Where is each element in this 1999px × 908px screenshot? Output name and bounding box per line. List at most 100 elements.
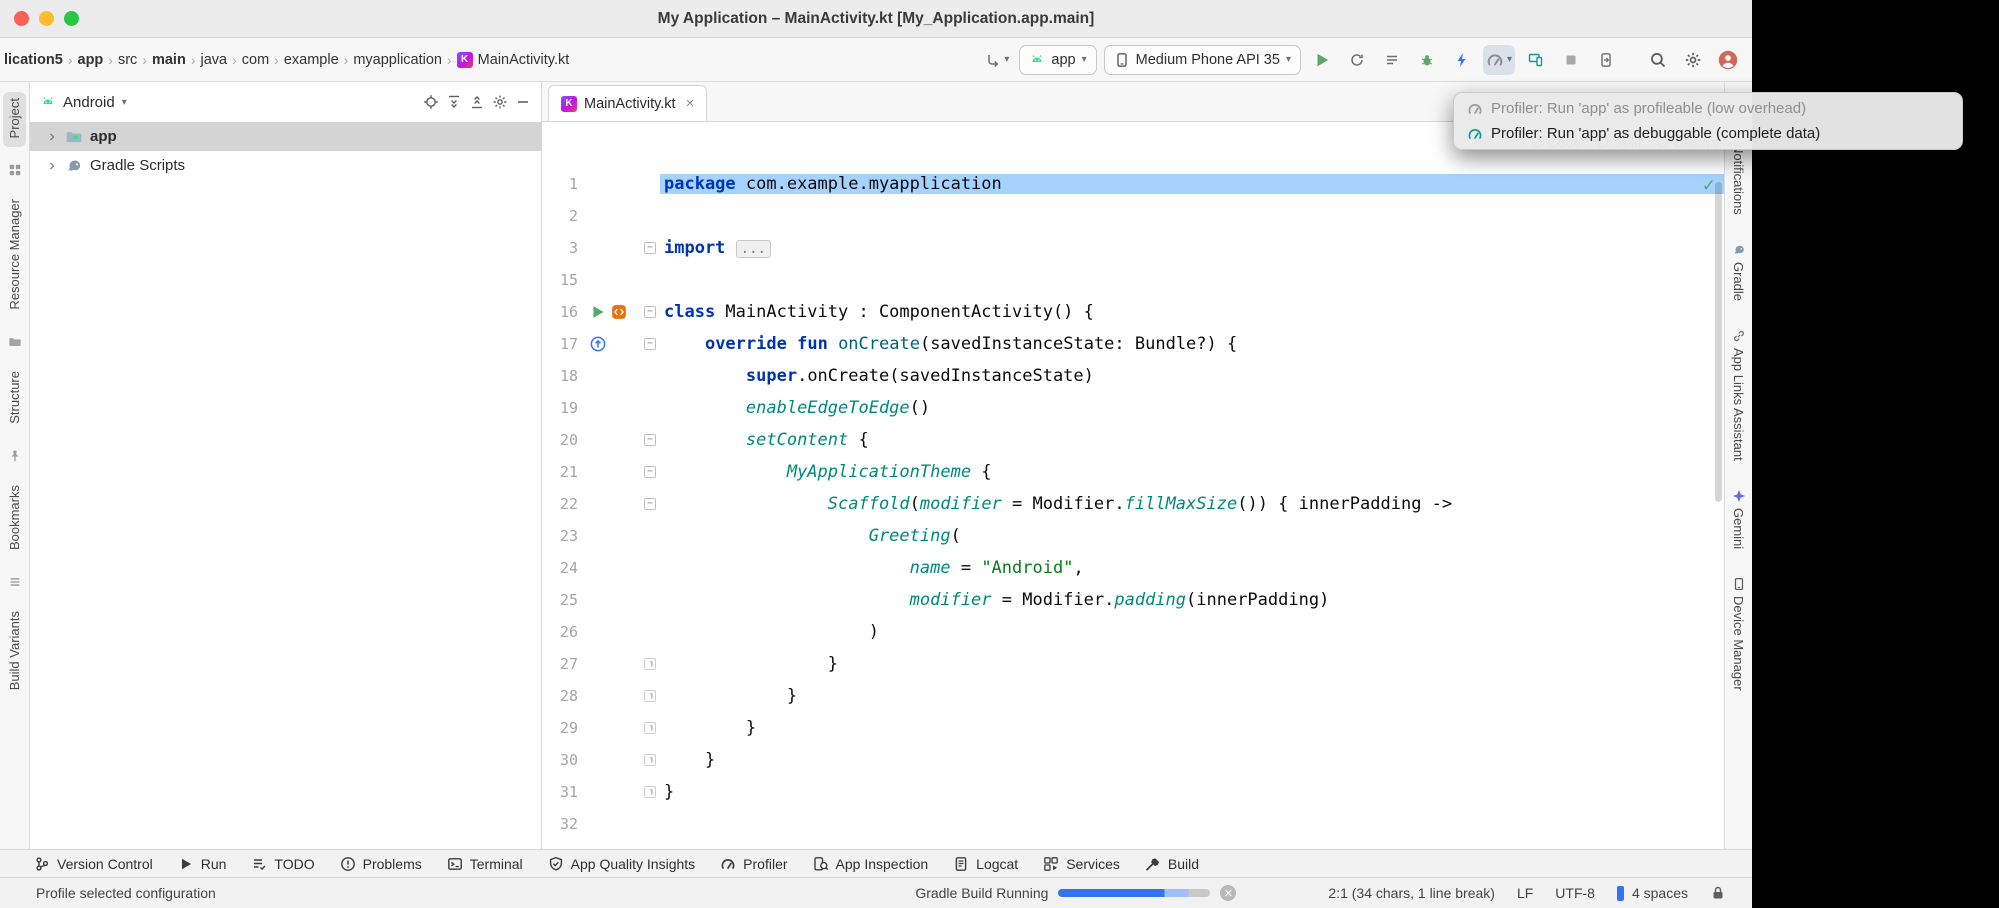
compose-gutter-icon[interactable] — [611, 304, 627, 320]
indent-widget[interactable]: 4 spaces — [1632, 885, 1688, 901]
left-stripe-item-resource-manager[interactable]: Resource Manager — [3, 193, 26, 319]
run-button[interactable] — [1308, 45, 1336, 75]
run-gutter-icon[interactable] — [590, 304, 606, 320]
code-text[interactable]: } — [660, 750, 715, 770]
collapse-all-icon[interactable] — [469, 94, 485, 110]
fold-marker[interactable]: ⌐ — [640, 690, 660, 702]
override-gutter-icon[interactable] — [590, 336, 606, 352]
code-text[interactable]: name = "Android", — [660, 558, 1084, 578]
fold-marker[interactable]: ⌐ — [640, 722, 660, 734]
line-separator-widget[interactable]: LF — [1517, 885, 1533, 901]
code-text[interactable]: } — [660, 782, 674, 802]
tool-button-profiler[interactable]: Profiler — [720, 856, 787, 872]
close-tab-icon[interactable]: × — [686, 95, 695, 112]
stop-button[interactable] — [1557, 45, 1585, 75]
left-stripe-list2-icon[interactable] — [8, 575, 22, 589]
profiler-popup-item-debuggable[interactable]: Profiler: Run 'app' as debuggable (compl… — [1460, 121, 1956, 146]
code-text[interactable]: } — [660, 654, 838, 674]
right-stripe-item-app-links-assistant[interactable]: App Links Assistant — [1731, 329, 1746, 461]
breadcrumb-item-main[interactable]: main — [152, 52, 186, 68]
editor-tab-mainactivity[interactable]: K MainActivity.kt × — [548, 85, 707, 121]
tool-button-build[interactable]: Build — [1145, 856, 1199, 872]
code-text[interactable]: class MainActivity : ComponentActivity()… — [660, 302, 1094, 322]
lock-icon[interactable] — [1710, 885, 1726, 901]
profiler-popup-item-profileable[interactable]: Profiler: Run 'app' as profileable (low … — [1460, 96, 1956, 121]
right-stripe-item-notifications[interactable]: Notifications — [1731, 144, 1746, 215]
fold-marker[interactable]: − — [640, 338, 660, 350]
left-stripe-item-build-variants[interactable]: Build Variants — [3, 605, 26, 699]
code-text[interactable]: super.onCreate(savedInstanceState) — [660, 366, 1094, 386]
cancel-build-icon[interactable]: ✕ — [1220, 885, 1236, 901]
tool-button-terminal[interactable]: Terminal — [447, 856, 523, 872]
tool-button-services[interactable]: Services — [1043, 856, 1120, 872]
hide-panel-icon[interactable] — [515, 94, 531, 110]
code-text[interactable]: } — [660, 686, 797, 706]
debug-button[interactable] — [1413, 45, 1441, 75]
caret-position-widget[interactable]: 2:1 (34 chars, 1 line break) — [1328, 885, 1495, 901]
code-editor[interactable]: CodeSplitDesign ✓ 1package com.example.m… — [542, 122, 1724, 849]
device-select[interactable]: Medium Phone API 35 ▾ — [1104, 45, 1301, 75]
left-stripe-folder-icon[interactable] — [8, 335, 22, 349]
tree-item-app[interactable]: ›app — [30, 122, 541, 151]
left-stripe-item-project[interactable]: Project — [3, 92, 26, 147]
tool-button-version-control[interactable]: Version Control — [34, 856, 153, 872]
code-text[interactable]: } — [660, 718, 756, 738]
code-text[interactable]: import ... — [660, 238, 771, 258]
inspections-ok-icon[interactable]: ✓ — [1702, 176, 1716, 196]
left-stripe-pin-icon[interactable] — [8, 449, 22, 463]
settings-button[interactable] — [1679, 45, 1707, 75]
breadcrumb-item-java[interactable]: java — [200, 52, 227, 68]
sync-button[interactable] — [1343, 45, 1371, 75]
code-text[interactable]: modifier = Modifier.padding(innerPadding… — [660, 590, 1329, 610]
fold-marker[interactable]: − — [640, 466, 660, 478]
device-mirror-button[interactable] — [1592, 45, 1620, 75]
fold-marker[interactable]: − — [640, 306, 660, 318]
maximize-window-button[interactable] — [64, 11, 79, 26]
left-stripe-grid-icon[interactable] — [8, 163, 22, 177]
panel-settings-icon[interactable] — [492, 94, 508, 110]
breadcrumb-item-com[interactable]: com — [242, 52, 269, 68]
left-stripe-item-bookmarks[interactable]: Bookmarks — [3, 479, 26, 559]
profile-avatar[interactable] — [1714, 45, 1742, 75]
apply-changes-button[interactable] — [1448, 45, 1476, 75]
right-stripe-item-gradle[interactable]: Gradle — [1731, 243, 1746, 301]
code-text[interactable]: Greeting( — [660, 526, 961, 546]
vcs-update-button[interactable]: ▾ — [982, 45, 1012, 75]
chevron-right-icon[interactable]: › — [46, 128, 58, 146]
tool-button-run[interactable]: Run — [178, 856, 227, 872]
profiler-run-button[interactable]: ▾ — [1483, 45, 1515, 75]
fold-marker[interactable]: − — [640, 242, 660, 254]
chevron-right-icon[interactable]: › — [46, 157, 58, 175]
breadcrumb-item-mainactivity-kt[interactable]: KMainActivity.kt — [457, 52, 570, 68]
left-stripe-item-structure[interactable]: Structure — [3, 365, 26, 433]
fold-marker[interactable]: ⌐ — [640, 786, 660, 798]
search-everywhere-button[interactable] — [1644, 45, 1672, 75]
encoding-widget[interactable]: UTF-8 — [1555, 885, 1595, 901]
code-text[interactable]: override fun onCreate(savedInstanceState… — [660, 334, 1237, 354]
code-text[interactable]: ) — [660, 622, 879, 642]
editor-scrollbar[interactable] — [1715, 182, 1722, 502]
breadcrumb-item-example[interactable]: example — [284, 52, 339, 68]
code-text[interactable]: setContent { — [660, 430, 869, 450]
expand-all-icon[interactable] — [446, 94, 462, 110]
tool-button-app-inspection[interactable]: App Inspection — [813, 856, 929, 872]
breadcrumb-item-myapplication[interactable]: myapplication — [353, 52, 442, 68]
project-view-selector[interactable]: Android — [63, 94, 115, 111]
code-text[interactable]: MyApplicationTheme { — [660, 462, 992, 482]
tool-button-logcat[interactable]: Logcat — [953, 856, 1018, 872]
tool-button-problems[interactable]: Problems — [340, 856, 422, 872]
code-text[interactable]: Scaffold(modifier = Modifier.fillMaxSize… — [660, 494, 1452, 514]
code-text[interactable]: package com.example.myapplication — [660, 174, 1724, 194]
fold-marker[interactable]: − — [640, 434, 660, 446]
build-menu-button[interactable] — [1378, 45, 1406, 75]
fold-marker[interactable]: − — [640, 498, 660, 510]
tool-button-app-quality-insights[interactable]: App Quality Insights — [548, 856, 696, 872]
run-configuration-select[interactable]: app ▾ — [1019, 45, 1096, 75]
breadcrumb-item-app[interactable]: app — [78, 52, 104, 68]
right-stripe-item-device-manager[interactable]: Device Manager — [1731, 577, 1746, 691]
right-stripe-item-gemini[interactable]: Gemini — [1731, 489, 1746, 549]
breadcrumb-item-lication5[interactable]: lication5 — [4, 52, 63, 68]
breadcrumb-item-src[interactable]: src — [118, 52, 137, 68]
tree-item-gradle-scripts[interactable]: ›Gradle Scripts — [30, 151, 541, 180]
code-text[interactable]: enableEdgeToEdge() — [660, 398, 930, 418]
